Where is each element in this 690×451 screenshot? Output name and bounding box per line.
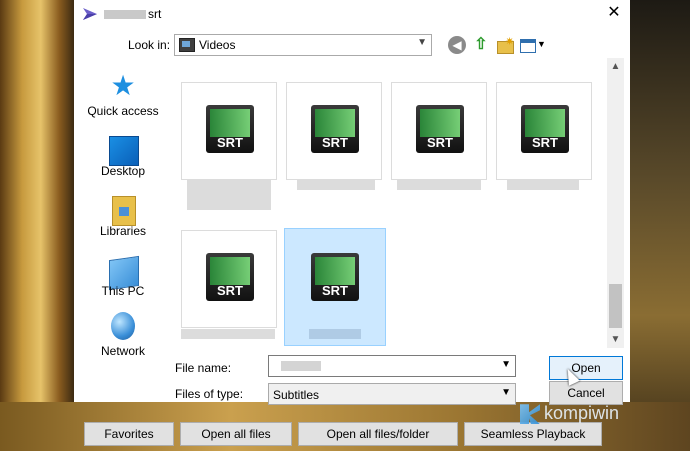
- scroll-up-icon[interactable]: ▲: [607, 58, 624, 75]
- cancel-button[interactable]: Cancel: [549, 381, 623, 405]
- file-name-redacted: [309, 329, 361, 339]
- file-name-redacted: [397, 180, 481, 190]
- kompiwin-logo-icon: [520, 404, 540, 425]
- place-this-pc[interactable]: This PC: [82, 252, 164, 308]
- title-bar: srt ✕: [74, 0, 630, 28]
- chevron-down-icon[interactable]: ▼: [501, 359, 511, 370]
- srt-label: SRT: [532, 135, 558, 150]
- open-button[interactable]: Open: [549, 356, 623, 380]
- file-name-value-redacted: [281, 361, 321, 371]
- file-type-label: Files of type:: [175, 387, 244, 401]
- star-icon: ★: [110, 70, 136, 101]
- chevron-down-icon: ▼: [537, 39, 546, 49]
- background-photo-right: [630, 0, 690, 451]
- place-desktop[interactable]: Desktop: [82, 132, 164, 188]
- desktop-icon: [109, 136, 139, 166]
- back-icon[interactable]: ◀: [448, 36, 466, 54]
- file-tile[interactable]: SRT: [181, 230, 277, 328]
- view-menu-icon[interactable]: ▼: [520, 36, 548, 54]
- place-quick-access[interactable]: ★ Quick access: [82, 72, 164, 128]
- play-icon: [315, 257, 355, 285]
- scroll-down-icon[interactable]: ▼: [607, 331, 624, 348]
- play-icon: [525, 109, 565, 137]
- srt-file-icon: SRT: [206, 105, 254, 153]
- srt-file-icon: SRT: [206, 253, 254, 301]
- file-name-input[interactable]: ▼: [268, 355, 516, 377]
- play-icon: [420, 109, 460, 137]
- open-all-files-button[interactable]: Open all files: [180, 422, 292, 446]
- file-tile[interactable]: SRT: [286, 82, 382, 180]
- place-label: Quick access: [87, 104, 159, 118]
- look-in-dropdown[interactable]: Videos ▼: [174, 34, 432, 56]
- vertical-scrollbar[interactable]: ▲ ▼: [607, 58, 624, 348]
- close-icon[interactable]: ✕: [602, 2, 626, 24]
- play-icon: [315, 109, 355, 137]
- srt-label: SRT: [217, 283, 243, 298]
- chevron-down-icon: ▼: [417, 37, 427, 48]
- background-photo-left: [0, 0, 74, 451]
- place-label: Desktop: [100, 164, 146, 178]
- place-libraries[interactable]: Libraries: [82, 192, 164, 248]
- app-icon: [83, 8, 97, 20]
- file-tile-selected[interactable]: SRT: [284, 228, 386, 346]
- place-network[interactable]: Network: [82, 312, 164, 368]
- file-list: SRT SRT SRT SRT SRT SRT: [173, 58, 605, 348]
- play-icon: [210, 257, 250, 285]
- srt-file-icon: SRT: [416, 105, 464, 153]
- scroll-thumb[interactable]: [609, 284, 622, 328]
- sparkle-icon: ✷: [505, 36, 515, 48]
- file-tile[interactable]: SRT: [496, 82, 592, 180]
- watermark: kompiwin: [520, 403, 620, 425]
- video-folder-icon: [179, 38, 195, 52]
- file-name-redacted: [187, 180, 271, 210]
- srt-file-icon: SRT: [311, 105, 359, 153]
- srt-file-icon: SRT: [521, 105, 569, 153]
- look-in-label: Look in:: [128, 38, 171, 52]
- file-type-value: Subtitles: [273, 388, 320, 402]
- srt-file-icon: SRT: [311, 253, 359, 301]
- srt-label: SRT: [217, 135, 243, 150]
- place-label: This PC: [101, 284, 145, 298]
- file-name-redacted: [507, 180, 579, 190]
- window-title: srt: [104, 7, 161, 21]
- place-label: Libraries: [99, 224, 147, 238]
- srt-label: SRT: [322, 283, 348, 298]
- grid-view-icon: [520, 39, 536, 53]
- play-icon: [210, 109, 250, 137]
- title-redacted: [104, 10, 146, 20]
- open-file-dialog: srt ✕ Look in: Videos ▼ ◀ ⇧ ✷ ▼ ★ Quick …: [74, 0, 630, 405]
- file-name-redacted: [181, 329, 275, 339]
- place-label: Network: [100, 344, 145, 358]
- watermark-text: kompiwin: [544, 403, 620, 423]
- favorites-button[interactable]: Favorites: [84, 422, 174, 446]
- places-bar: ★ Quick access Desktop Libraries This PC…: [82, 62, 164, 362]
- file-type-select[interactable]: Subtitles ▼: [268, 383, 516, 405]
- open-all-folder-button[interactable]: Open all files/folder: [298, 422, 458, 446]
- new-folder-icon[interactable]: ✷: [496, 36, 514, 54]
- network-icon: [111, 312, 135, 340]
- srt-label: SRT: [322, 135, 348, 150]
- srt-label: SRT: [427, 135, 453, 150]
- seamless-playback-button[interactable]: Seamless Playback: [464, 422, 602, 446]
- libraries-icon: [112, 196, 136, 226]
- look-in-value: Videos: [199, 38, 236, 52]
- file-tile[interactable]: SRT: [391, 82, 487, 180]
- chevron-down-icon: ▼: [501, 387, 511, 398]
- file-name-label: File name:: [175, 361, 232, 375]
- file-name-redacted: [297, 180, 375, 190]
- up-folder-icon[interactable]: ⇧: [472, 36, 490, 54]
- file-tile[interactable]: SRT: [181, 82, 277, 180]
